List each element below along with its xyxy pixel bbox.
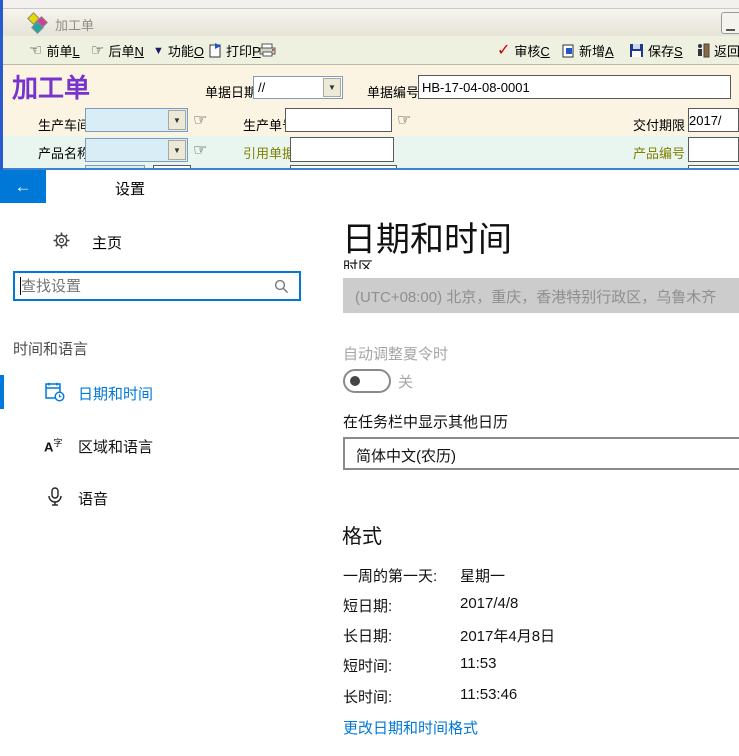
product-name-combobox[interactable]: ▼ [85,138,188,162]
doc-no-input[interactable] [418,75,731,99]
new-button[interactable]: 新增A [562,41,614,60]
hand-left-icon: ☜ [29,44,42,58]
save-button[interactable]: 保存S [630,41,683,60]
sidebar-item-label: 语音 [78,488,108,509]
audit-button[interactable]: ✓ 审核C [497,41,550,60]
selected-accent-bar [0,375,4,409]
chevron-down-icon[interactable]: ▼ [168,110,186,130]
window-left-border [0,0,3,170]
processing-order-window: 加工单 ☜ 前单L ☞ 后单N ▼ 功能O 打印P [0,0,739,170]
calendar-clock-icon [45,382,65,402]
format-row-short-date: 短日期: 2017/4/8 [343,595,739,615]
sidebar-home-label: 主页 [92,232,122,253]
workshop-combobox[interactable]: ▼ [85,108,188,132]
deadline-label: 交付期限 [633,115,685,134]
sidebar-item-date-time[interactable]: 日期和时间 [0,375,330,409]
sidebar-item-label: 区域和语言 [78,436,153,457]
workshop-label: 生产车间 [38,115,90,134]
chevron-down-icon[interactable]: ▼ [323,78,341,97]
functions-button[interactable]: ▼ 功能O [153,41,204,60]
settings-window: ← 设置 主页 时间和语言 [0,170,739,756]
lookup-hand-icon[interactable]: ☞ [193,140,207,160]
sidebar-item-label: 日期和时间 [78,383,153,404]
print-button[interactable]: 打印P [209,41,261,60]
formats-section-title: 格式 [342,520,382,549]
check-icon: ✓ [497,44,510,58]
product-no-input[interactable] [688,137,739,162]
floppy-icon [630,44,644,58]
return-button[interactable]: 返回R [697,41,739,60]
back-button[interactable]: ← [0,170,46,203]
chevron-down-icon[interactable]: ▼ [168,140,186,160]
timezone-select: (UTC+08:00) 北京，重庆，香港特别行政区，乌鲁木齐 [343,278,739,313]
settings-app-title: 设置 [115,178,145,199]
product-no-label: 产品编号 [633,143,685,162]
lookup-hand-icon[interactable]: ☞ [193,110,207,130]
format-row-first-day: 一周的第一天: 星期一 [343,565,739,585]
prev-doc-button[interactable]: ☜ 前单L [29,41,80,60]
toolbar: ☜ 前单L ☞ 后单N ▼ 功能O 打印P ✓ 审核C [3,36,739,65]
window-top-edge [0,0,739,9]
dst-toggle[interactable] [343,369,391,393]
page-title: 日期和时间 [342,212,512,261]
change-formats-link[interactable]: 更改日期和时间格式 [343,717,478,738]
print-doc-icon [209,43,222,58]
microphone-icon [45,487,65,507]
sidebar-item-home[interactable]: 主页 [0,225,330,261]
timezone-label-clipped: 时区 [343,258,403,269]
toggle-knob [350,376,360,386]
new-doc-icon [562,43,575,58]
doc-no-label: 单据编号 [367,82,419,101]
format-row-long-date: 长日期: 2017年4月8日 [343,625,739,645]
settings-search-box[interactable] [13,271,301,301]
prod-no-input[interactable] [285,108,392,132]
sidebar-item-speech[interactable]: 语音 [0,480,330,514]
back-arrow-icon: ← [15,177,32,197]
window-title: 加工单 [55,15,94,34]
exit-icon [697,43,710,58]
dst-toggle-state: 关 [398,371,413,392]
minimize-button[interactable] [721,12,739,34]
ref-doc-input[interactable] [290,137,394,162]
product-name-label: 产品名称 [38,143,90,162]
extra-calendar-label: 在任务栏中显示其他日历 [343,411,508,432]
extra-calendar-select[interactable]: 简体中文(农历) [343,437,739,470]
sidebar-item-region-language[interactable]: A字 区域和语言 [0,428,330,462]
format-row-long-time: 长时间: 11:53:46 [343,686,739,706]
search-icon[interactable] [274,279,289,294]
search-input[interactable] [21,275,261,297]
gear-icon [53,232,70,249]
form-title: 加工单 [12,68,90,105]
titlebar[interactable]: 加工单 [3,9,739,37]
doc-date-combobox[interactable]: // ▼ [253,76,343,99]
down-arrow-icon: ▼ [153,45,164,57]
lookup-hand-icon[interactable]: ☞ [397,110,411,130]
doc-date-label: 单据日期 [205,82,257,101]
printer-icon[interactable] [259,43,277,57]
region-language-icon: A字 [44,436,62,454]
sidebar-section-label: 时间和语言 [13,338,88,359]
next-doc-button[interactable]: ☞ 后单N [91,41,144,60]
ref-doc-label: 引用单据 [243,143,295,162]
format-row-short-time: 短时间: 11:53 [343,655,739,675]
dst-label: 自动调整夏令时 [343,343,448,364]
hand-right-icon: ☞ [91,44,104,58]
deadline-input[interactable] [688,108,739,132]
